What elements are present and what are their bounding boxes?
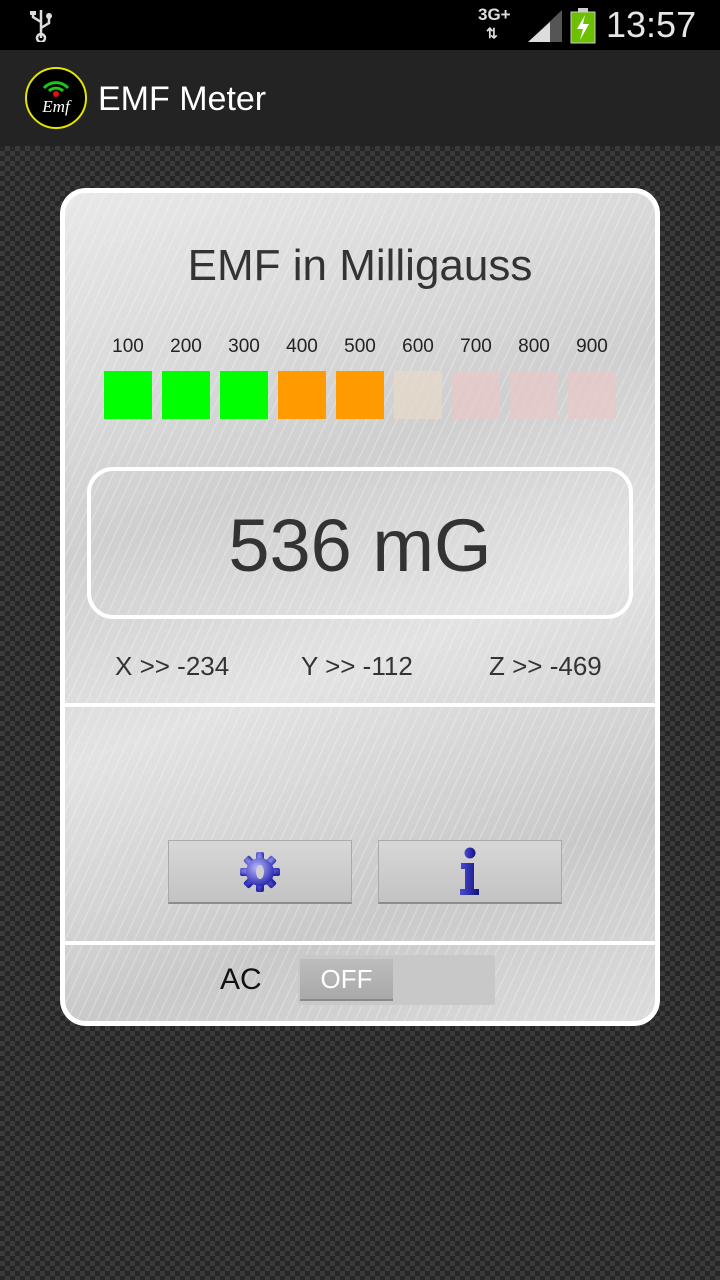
logo-text: Emf — [41, 97, 72, 116]
x-axis-value: X >> -234 — [115, 651, 230, 681]
divider — [65, 941, 655, 945]
scale-label: 400 — [286, 336, 318, 357]
scale-label: 200 — [170, 336, 202, 357]
data-arrows-icon: ⇅ — [486, 25, 498, 41]
scale-label: 300 — [228, 336, 260, 357]
meter-title: EMF in Milligauss — [187, 241, 533, 290]
reading-value: 536 mG — [228, 504, 492, 587]
gear-icon — [240, 851, 280, 892]
network-indicator: 3G+ ⇅ — [478, 6, 511, 42]
z-axis-value: Z >> -469 — [489, 651, 602, 681]
scale-bar-lit — [278, 371, 326, 419]
scale-bar-unlit — [510, 371, 558, 419]
settings-button[interactable] — [168, 840, 352, 904]
meter-panel: EMF in Milligauss 100 200 300 400 500 600 700 8… — [60, 188, 660, 1026]
network-type: 3G+ — [478, 5, 511, 24]
scale-label: 700 — [460, 336, 492, 357]
info-button[interactable] — [378, 840, 562, 904]
battery-charging-icon — [570, 8, 596, 44]
scale-bar-lit — [336, 371, 384, 419]
ac-toggle[interactable]: OFF — [298, 955, 495, 1005]
action-bar: Emf EMF Meter — [0, 50, 720, 148]
scale-label: 600 — [402, 336, 434, 357]
usb-icon — [30, 10, 52, 42]
app-logo[interactable]: Emf — [24, 66, 88, 130]
scale-label: 900 — [576, 336, 608, 357]
signal-icon — [528, 10, 562, 42]
scale-bar-unlit — [452, 371, 500, 419]
scale-bar-unlit — [568, 371, 616, 419]
status-bar: 3G+ ⇅ 13:57 — [0, 0, 720, 50]
scale-label: 500 — [344, 336, 376, 357]
scale-label: 100 — [112, 336, 144, 357]
divider — [65, 703, 655, 707]
info-icon — [460, 847, 479, 895]
ac-toggle-state: OFF — [300, 959, 393, 1001]
y-axis-value: Y >> -112 — [301, 651, 413, 681]
scale-bar-unlit — [394, 371, 442, 419]
scale-bar-lit — [104, 371, 152, 419]
scale-bar-lit — [162, 371, 210, 419]
app-title: EMF Meter — [98, 80, 267, 118]
status-clock: 13:57 — [606, 4, 697, 45]
scale-bar-lit — [220, 371, 268, 419]
ac-label: AC — [220, 963, 262, 996]
scale-label: 800 — [518, 336, 550, 357]
reading-display: 536 mG — [87, 467, 633, 619]
